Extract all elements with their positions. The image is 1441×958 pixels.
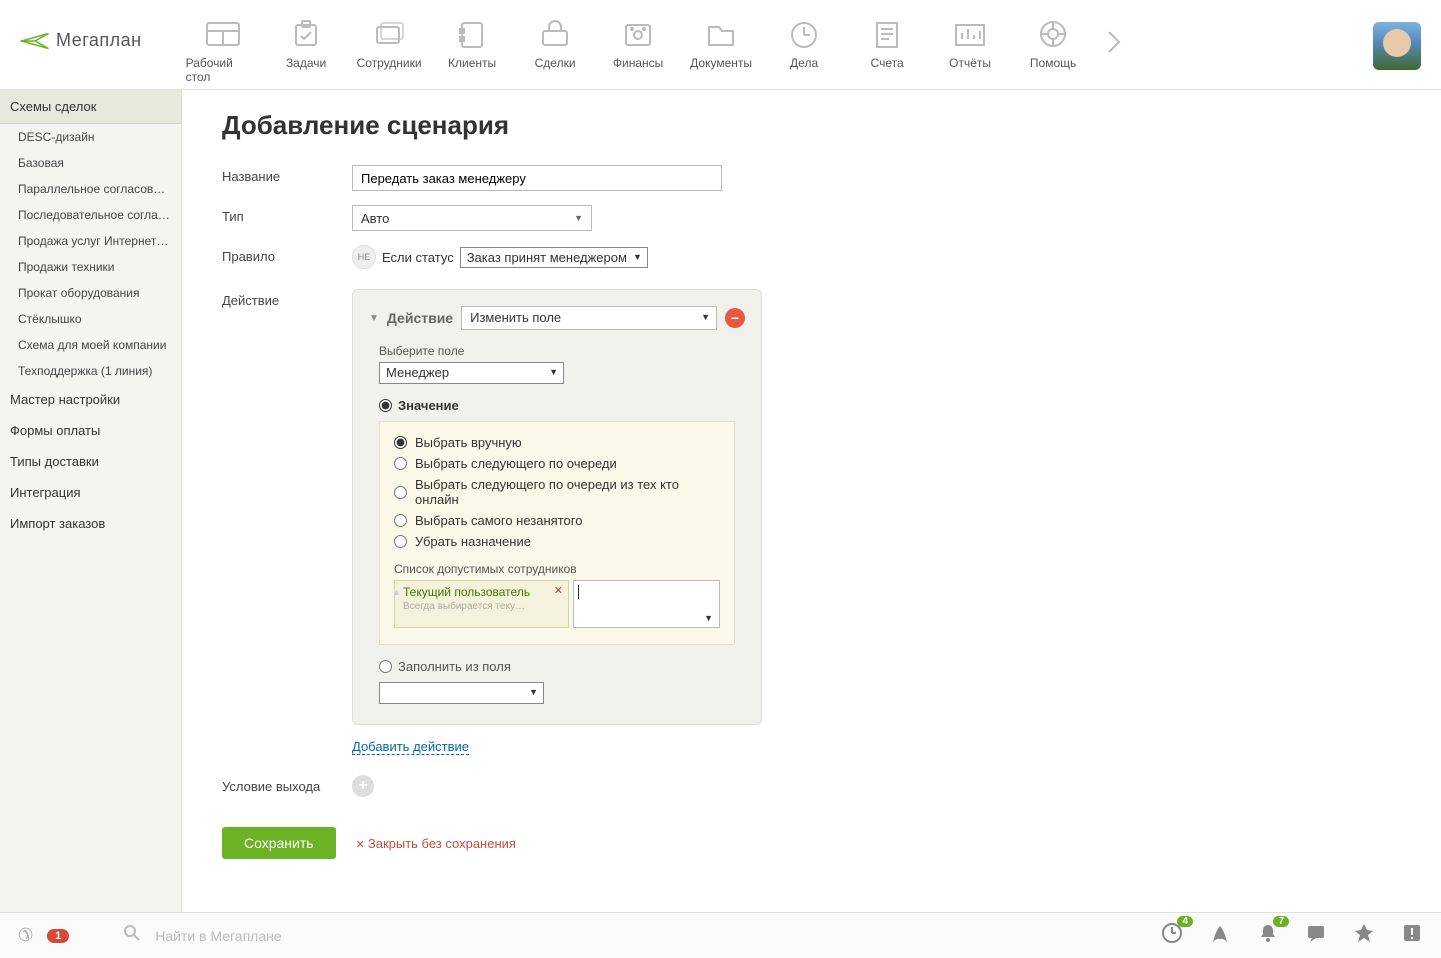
nav-employees[interactable]: Сотрудники [348, 10, 431, 92]
deals-icon [536, 18, 574, 50]
nav-invoices[interactable]: Счета [846, 10, 929, 92]
nav-help[interactable]: Помощь [1012, 10, 1095, 92]
main-content: Добавление сценария Название Тип Авто Пр… [182, 90, 1441, 912]
notifications-icon[interactable]: 7 [1257, 922, 1279, 950]
radio-value[interactable]: Значение [379, 398, 735, 413]
cases-icon [785, 18, 823, 50]
chip-title: Текущий пользователь [403, 585, 560, 599]
value-panel: Выбрать вручную Выбрать следующего по оч… [379, 421, 735, 645]
sidebar-item[interactable]: Прокат оборудования [0, 280, 181, 306]
option-next-queue[interactable]: Выбрать следующего по очереди [394, 453, 720, 474]
rule-not-toggle[interactable]: НЕ [352, 245, 376, 269]
clients-icon [453, 18, 491, 50]
employee-input[interactable] [573, 580, 720, 628]
chip-hint: Всегда выбирается теку… [403, 601, 560, 612]
page-title: Добавление сценария [222, 110, 1401, 141]
add-action-link[interactable]: Добавить действие [352, 739, 469, 755]
top-nav: Рабочий стол Задачи Сотрудники Клиенты С… [182, 10, 1373, 92]
reminders-icon[interactable]: 4 [1161, 922, 1183, 950]
phone-icon[interactable]: ✆ [18, 925, 33, 946]
save-button[interactable]: Сохранить [222, 827, 336, 859]
sidebar-item[interactable]: Схема для моей компании [0, 332, 181, 358]
option-next-online[interactable]: Выбрать следующего по очереди из тех кто… [394, 474, 720, 510]
sidebar-link-wizard[interactable]: Мастер настройки [0, 384, 181, 415]
radio-fill-from-field[interactable]: Заполнить из поля [379, 659, 735, 674]
app-header: Мегаплан Рабочий стол Задачи Сотрудники … [0, 0, 1441, 90]
field-select[interactable]: Менеджер [379, 362, 564, 384]
sidebar-link-payment-forms[interactable]: Формы оплаты [0, 415, 181, 446]
nav-finance[interactable]: Финансы [597, 10, 680, 92]
logo[interactable]: Мегаплан [20, 30, 142, 51]
logo-icon [20, 31, 50, 51]
sidebar-item[interactable]: Параллельное согласование [0, 176, 181, 202]
type-select[interactable]: Авто [352, 205, 592, 231]
label-name: Название [222, 165, 352, 184]
option-manual[interactable]: Выбрать вручную [394, 432, 720, 453]
sidebar-link-import-orders[interactable]: Импорт заказов [0, 508, 181, 539]
option-unassign[interactable]: Убрать назначение [394, 531, 720, 552]
status-select[interactable]: Заказ принят менеджером [460, 247, 648, 268]
sidebar-item[interactable]: Техподдержка (1 линия) [0, 358, 181, 384]
sidebar-item[interactable]: Продажа услуг Интернет-аге… [0, 228, 181, 254]
nav-tasks[interactable]: Задачи [265, 10, 348, 92]
user-avatar[interactable] [1373, 22, 1421, 70]
sidebar-item[interactable]: Последовательное согласов… [0, 202, 181, 228]
desktop-icon [204, 18, 242, 50]
employees-list-label: Список допустимых сотрудников [394, 562, 720, 576]
nav-more[interactable] [1105, 28, 1123, 92]
nav-documents[interactable]: Документы [680, 10, 763, 92]
add-exit-condition-button[interactable]: + [352, 775, 374, 797]
collapse-toggle[interactable]: ▼ [369, 313, 379, 324]
nav-desktop[interactable]: Рабочий стол [182, 10, 265, 92]
sidebar-item[interactable]: Базовая [0, 150, 181, 176]
logo-text: Мегаплан [56, 30, 142, 51]
action-type-select[interactable]: Изменить поле [461, 306, 717, 330]
sidebar-item[interactable]: DESC-дизайн [0, 124, 181, 150]
nav-clients[interactable]: Клиенты [431, 10, 514, 92]
action-header-label: Действие [387, 310, 453, 326]
search-icon[interactable] [123, 924, 141, 947]
finance-icon [619, 18, 657, 50]
rule-if-status: Если статус [382, 250, 454, 265]
sidebar-link-integration[interactable]: Интеграция [0, 477, 181, 508]
help-icon [1034, 18, 1072, 50]
documents-icon [702, 18, 740, 50]
label-type: Тип [222, 205, 352, 224]
label-action: Действие [222, 289, 352, 308]
employees-icon [370, 18, 408, 50]
favorites-icon[interactable] [1353, 922, 1375, 950]
fill-from-field-select[interactable] [379, 682, 544, 704]
select-field-label: Выберите поле [379, 344, 735, 358]
cancel-button[interactable]: Закрыть без сохранения [356, 836, 516, 851]
phone-badge: 1 [47, 929, 69, 943]
alerts-icon[interactable] [1401, 922, 1423, 950]
invoices-icon [868, 18, 906, 50]
chevron-right-icon [1105, 28, 1123, 56]
action-block: ▼ Действие Изменить поле − Выберите поле… [352, 289, 762, 725]
sidebar: Схемы сделок DESC-дизайн Базовая Паралле… [0, 90, 182, 912]
sidebar-item[interactable]: Стёклышко [0, 306, 181, 332]
sidebar-section-schemes[interactable]: Схемы сделок [0, 90, 181, 124]
sidebar-link-delivery-types[interactable]: Типы доставки [0, 446, 181, 477]
option-least-busy[interactable]: Выбрать самого незанятого [394, 510, 720, 531]
chip-remove-icon[interactable]: ✕ [554, 584, 563, 597]
sidebar-item[interactable]: Продажи техники [0, 254, 181, 280]
reports-icon [951, 18, 989, 50]
nav-reports[interactable]: Отчёты [929, 10, 1012, 92]
chat-icon[interactable] [1305, 922, 1327, 950]
label-rule: Правило [222, 245, 352, 264]
employee-chip[interactable]: ▲ Текущий пользователь Всегда выбирается… [394, 580, 569, 628]
tasks-icon [287, 18, 325, 50]
footer-bar: ✆ 1 4 7 [0, 912, 1441, 958]
activity-icon[interactable] [1209, 922, 1231, 950]
nav-cases[interactable]: Дела [763, 10, 846, 92]
search-input[interactable] [155, 928, 455, 944]
nav-deals[interactable]: Сделки [514, 10, 597, 92]
label-exit-condition: Условие выхода [222, 775, 352, 794]
name-input[interactable] [352, 165, 722, 191]
remove-action-button[interactable]: − [725, 308, 745, 328]
chip-arrow-icon: ▲ [392, 587, 401, 597]
